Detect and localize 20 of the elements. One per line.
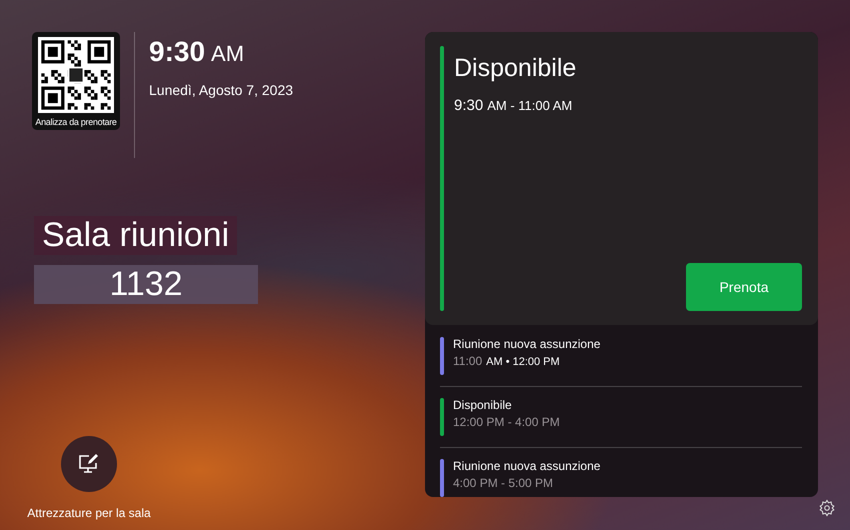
agenda-time: 4:00 PM - 5:00 PM	[453, 476, 554, 490]
clock-meridiem: AM	[211, 41, 244, 67]
clock-date: Lunedì, Agosto 7, 2023	[149, 82, 294, 98]
room-number: 1132	[34, 265, 258, 304]
monitor-pencil-icon	[77, 453, 101, 475]
status-range: AM - 11:00 AM	[487, 98, 572, 113]
qr-card[interactable]: Analizza da prenotare	[32, 32, 120, 130]
agenda-time-rest: AM • 12:00 PM	[486, 356, 560, 368]
agenda-title: Riunione nuova assunzione	[453, 459, 600, 473]
clock-time: 9:30	[149, 36, 206, 68]
settings-icon[interactable]	[818, 499, 836, 517]
agenda-time: 11:00	[453, 354, 482, 368]
agenda-title: Disponibile	[453, 398, 513, 412]
status-title: Disponibile	[454, 54, 578, 83]
status-time: 9:30	[454, 97, 484, 114]
qr-caption: Analizza da prenotare	[35, 117, 117, 127]
equipment-label: Attrezzature per la sala	[27, 506, 151, 520]
agenda-time: 12:00 PM - 4:00 PM	[453, 415, 560, 429]
agenda-title: Riunione nuova assunzione	[453, 337, 600, 351]
room-label: Sala riunioni	[34, 216, 238, 255]
